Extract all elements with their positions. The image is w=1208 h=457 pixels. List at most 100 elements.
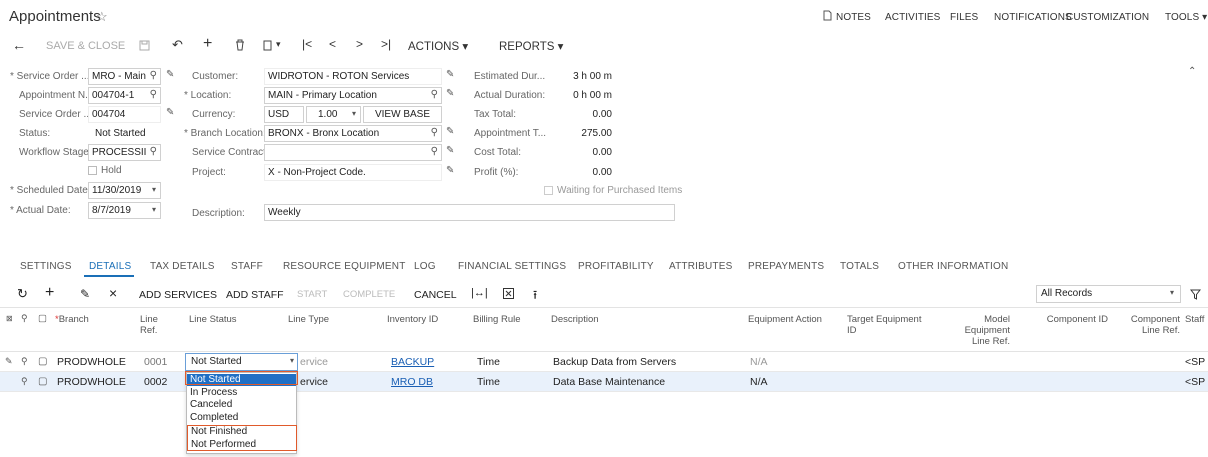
back-arrow-icon[interactable]: ← [12,37,26,53]
column-header-billing-rule[interactable]: Billing Rule [473,314,521,325]
view-base-button[interactable]: VIEW BASE [363,106,442,123]
equipment-action-cell[interactable]: N/A [750,356,768,368]
service-order-type-field[interactable]: MRO - Main ⚲ [88,68,161,85]
row-selector-icon[interactable]: ⊠ [6,313,13,324]
dropdown-option-completed[interactable]: Completed [187,412,296,424]
staff-cell[interactable]: <SP [1185,376,1205,388]
currency-rate-field[interactable]: 1.00 ▾ [306,106,361,123]
fit-columns-icon[interactable]: |↔| [471,287,488,299]
column-header-description[interactable]: Description [551,314,599,325]
tools-menu[interactable]: TOOLS ▾ [1165,12,1207,23]
waiting-checkbox[interactable] [544,186,553,195]
line-status-dropdown[interactable]: Not Started In Process Canceled Complete… [186,372,297,454]
copy-paste-chevron-icon[interactable]: ▾ [276,39,281,50]
column-header-model-equipment[interactable]: Model Equipment Line Ref. [950,314,1010,347]
chevron-down-icon[interactable]: ▾ [1170,288,1174,297]
add-row-icon[interactable]: + [45,284,54,302]
attachment-icon[interactable]: ⚲ [21,356,28,367]
appointment-nbr-field[interactable]: 004704-1 ⚲ [88,87,161,104]
column-header-line-ref[interactable]: Line Ref. [140,314,158,336]
column-header-component-id[interactable]: Component ID [1040,314,1108,325]
collapse-chevron-icon[interactable]: ⌃ [1188,66,1196,77]
edit-pencil-icon[interactable]: ✎ [166,107,174,118]
tab-other-information[interactable]: OTHER INFORMATION [898,261,1008,272]
note-icon[interactable]: ▢ [38,376,47,387]
tab-staff[interactable]: STAFF [231,261,263,272]
branch-cell[interactable]: PRODWHOLE [57,376,126,388]
staff-cell[interactable]: <SP [1185,356,1205,368]
line-type-cell[interactable]: ervice [300,356,328,368]
equipment-action-cell[interactable]: N/A [750,376,768,388]
search-icon[interactable]: ⚲ [431,127,438,138]
export-excel-icon[interactable] [503,288,514,299]
chevron-down-icon[interactable]: ▾ [152,185,156,194]
dropdown-option-not-started[interactable]: Not Started [187,374,296,386]
dropdown-option-canceled[interactable]: Canceled [187,399,296,411]
search-icon[interactable]: ⚲ [150,70,157,81]
notes-link[interactable]: NOTES [836,12,871,23]
chevron-down-icon[interactable]: ▾ [352,109,356,118]
filter-icon[interactable] [1190,289,1201,300]
billing-rule-cell[interactable]: Time [477,376,500,388]
first-record-icon[interactable]: |< [302,37,312,51]
notes-icon[interactable] [823,10,832,21]
cancel-button[interactable]: CANCEL [414,289,457,301]
tab-tax-details[interactable]: TAX DETAILS [150,261,215,272]
actual-date-field[interactable]: 8/7/2019 ▾ [88,202,161,219]
line-type-cell[interactable]: ervice [300,376,328,388]
chevron-down-icon[interactable]: ▾ [152,205,156,214]
dropdown-option-not-finished[interactable]: Not Finished [188,426,296,438]
undo-icon[interactable]: ↶ [172,37,183,53]
column-header-inventory-id[interactable]: Inventory ID [387,314,438,325]
search-icon[interactable]: ⚲ [431,146,438,157]
edit-pencil-icon[interactable]: ✎ [446,88,454,99]
column-header-component-line-ref[interactable]: Component Line Ref. [1118,314,1180,336]
last-record-icon[interactable]: >| [381,37,391,51]
start-button[interactable]: START [297,289,327,300]
delete-icon[interactable] [235,39,245,51]
complete-button[interactable]: COMPLETE [343,289,395,300]
description-cell[interactable]: Data Base Maintenance [553,376,665,388]
previous-record-icon[interactable]: < [329,37,336,51]
activities-link[interactable]: ACTIVITIES [885,12,940,23]
favorite-star-icon[interactable]: ☆ [96,9,108,25]
add-services-button[interactable]: ADD SERVICES [139,289,217,301]
column-header-branch[interactable]: *Branch [55,314,89,325]
delete-row-icon[interactable]: × [109,285,117,301]
chevron-down-icon[interactable]: ▾ [290,356,294,365]
edit-row-icon[interactable]: ✎ [80,287,90,301]
edit-pencil-icon[interactable]: ✎ [446,69,454,80]
tab-attributes[interactable]: ATTRIBUTES [669,261,732,272]
search-icon[interactable]: ⚲ [431,89,438,100]
table-row[interactable]: ⚲ ▢ PRODWHOLE 0002 ervice MRO DB Time Da… [0,372,1208,392]
search-icon[interactable]: ⚲ [150,146,157,157]
project-field[interactable]: X - Non-Project Code. [264,164,442,181]
tab-financial-settings[interactable]: FINANCIAL SETTINGS [458,261,566,272]
branch-location-field[interactable]: BRONX - Bronx Location ⚲ [264,125,442,142]
upload-icon[interactable]: ⭱ [533,286,537,307]
add-icon[interactable]: + [203,35,212,53]
search-icon[interactable]: ⚲ [150,89,157,100]
line-status-select[interactable]: Not Started ▾ [185,353,298,371]
scheduled-date-field[interactable]: 11/30/2019 ▾ [88,182,161,199]
description-cell[interactable]: Backup Data from Servers [553,356,676,368]
service-contract-field[interactable]: ⚲ [264,144,442,161]
tab-settings[interactable]: SETTINGS [20,261,72,272]
dropdown-option-not-performed[interactable]: Not Performed [188,439,296,451]
edit-pencil-icon[interactable]: ✎ [446,126,454,137]
description-field[interactable]: Weekly [264,204,675,221]
workflow-stage-field[interactable]: PROCESSII ⚲ [88,144,161,161]
attachment-icon[interactable]: ⚲ [21,376,28,387]
notifications-link[interactable]: NOTIFICATIONS [994,12,1072,23]
edit-pencil-icon[interactable]: ✎ [446,165,454,176]
inventory-id-link[interactable]: MRO DB [391,376,433,388]
line-ref-cell[interactable]: 0002 [144,376,167,388]
tab-log[interactable]: LOG [414,261,436,272]
files-link[interactable]: FILES [950,12,978,23]
dropdown-option-in-process[interactable]: In Process [187,387,296,399]
tab-details[interactable]: DETAILS [89,261,131,272]
customization-link[interactable]: CUSTOMIZATION [1066,12,1149,23]
tab-profitability[interactable]: PROFITABILITY [578,261,654,272]
location-field[interactable]: MAIN - Primary Location ⚲ [264,87,442,104]
currency-field[interactable]: USD [264,106,304,123]
